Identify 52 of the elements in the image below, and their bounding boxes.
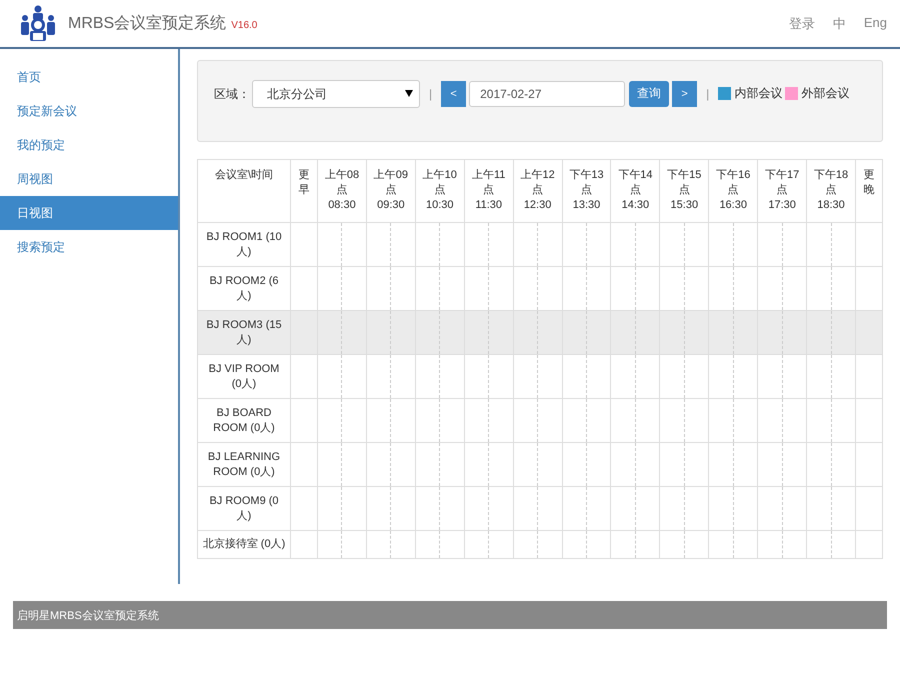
column-header: 下午16点 16:30 (708, 160, 758, 222)
room-name: 北京接待室 (0人) (198, 530, 290, 558)
column-header: 上午11点 11:30 (464, 160, 514, 222)
column-header: 会议室\时间 (198, 160, 290, 222)
next-day-button[interactable]: > (672, 80, 698, 107)
footer-text: 启明星MRBS会议室预定系统 (17, 608, 159, 622)
column-header: 上午12点 12:30 (513, 160, 562, 222)
sidebar-item[interactable]: 首页 (0, 60, 178, 94)
date-field[interactable]: 2017-02-27 (469, 80, 626, 107)
room-name: BJ ROOM1 (10人) (198, 222, 290, 266)
separator: | (706, 86, 710, 103)
header-link[interactable]: 中 (832, 14, 846, 32)
previous-day-button[interactable]: < (441, 80, 466, 107)
sidebar-item[interactable]: 周视图 (0, 162, 178, 196)
column-header: 上午08点 08:30 (318, 160, 366, 222)
sidebar-item[interactable]: 我的预定 (0, 128, 178, 162)
query-button[interactable]: 查询 (629, 80, 670, 107)
table-row[interactable]: BJ ROOM1 (10人) (198, 222, 882, 266)
column-header: 下午14点 14:30 (610, 160, 660, 222)
column-header: 更晚 (856, 160, 882, 222)
logo-icon (20, 4, 56, 42)
table-row[interactable]: BJ ROOM9 (0人) (198, 486, 882, 530)
header-link[interactable]: Eng (864, 14, 887, 32)
room-name: BJ BOARD ROOM (0人) (198, 398, 290, 442)
column-header: 下午15点 15:30 (660, 160, 709, 222)
column-header: 下午13点 13:30 (562, 160, 611, 222)
table-row[interactable]: BJ LEARNING ROOM (0人) (198, 442, 882, 486)
room-name: BJ ROOM9 (0人) (198, 486, 290, 530)
area-select[interactable]: 北京分公司 (252, 80, 420, 108)
column-header: 上午10点 10:30 (415, 160, 464, 222)
table-row[interactable]: 北京接待室 (0人) (198, 530, 882, 558)
room-name: BJ ROOM3 (15人) (198, 310, 290, 354)
app-title: MRBS会议室预定系统 (68, 14, 226, 34)
sidebar-item[interactable]: 预定新会议 (0, 94, 178, 128)
room-name: BJ LEARNING ROOM (0人) (198, 442, 290, 486)
area-label: 区域： (214, 86, 250, 103)
column-header: 上午09点 09:30 (366, 160, 416, 222)
legend-label: 外部会议 (801, 86, 850, 100)
table-row[interactable]: BJ ROOM3 (15人) (198, 310, 882, 354)
table-row[interactable]: BJ BOARD ROOM (0人) (198, 398, 882, 442)
room-name: BJ VIP ROOM (0人) (198, 354, 290, 398)
table-row[interactable]: BJ VIP ROOM (0人) (198, 354, 882, 398)
column-header: 下午17点 17:30 (758, 160, 807, 222)
legend-label: 内部会议 (734, 86, 782, 100)
column-header: 下午18点 18:30 (806, 160, 856, 222)
sidebar-item[interactable]: 日视图 (0, 196, 178, 230)
header-link[interactable]: 登录 (788, 14, 815, 32)
separator: | (429, 86, 432, 103)
sidebar-item[interactable]: 搜索预定 (0, 230, 178, 264)
version-label: V16.0 (231, 20, 258, 30)
caret-icon (405, 90, 413, 98)
column-header: 更早 (290, 160, 318, 222)
